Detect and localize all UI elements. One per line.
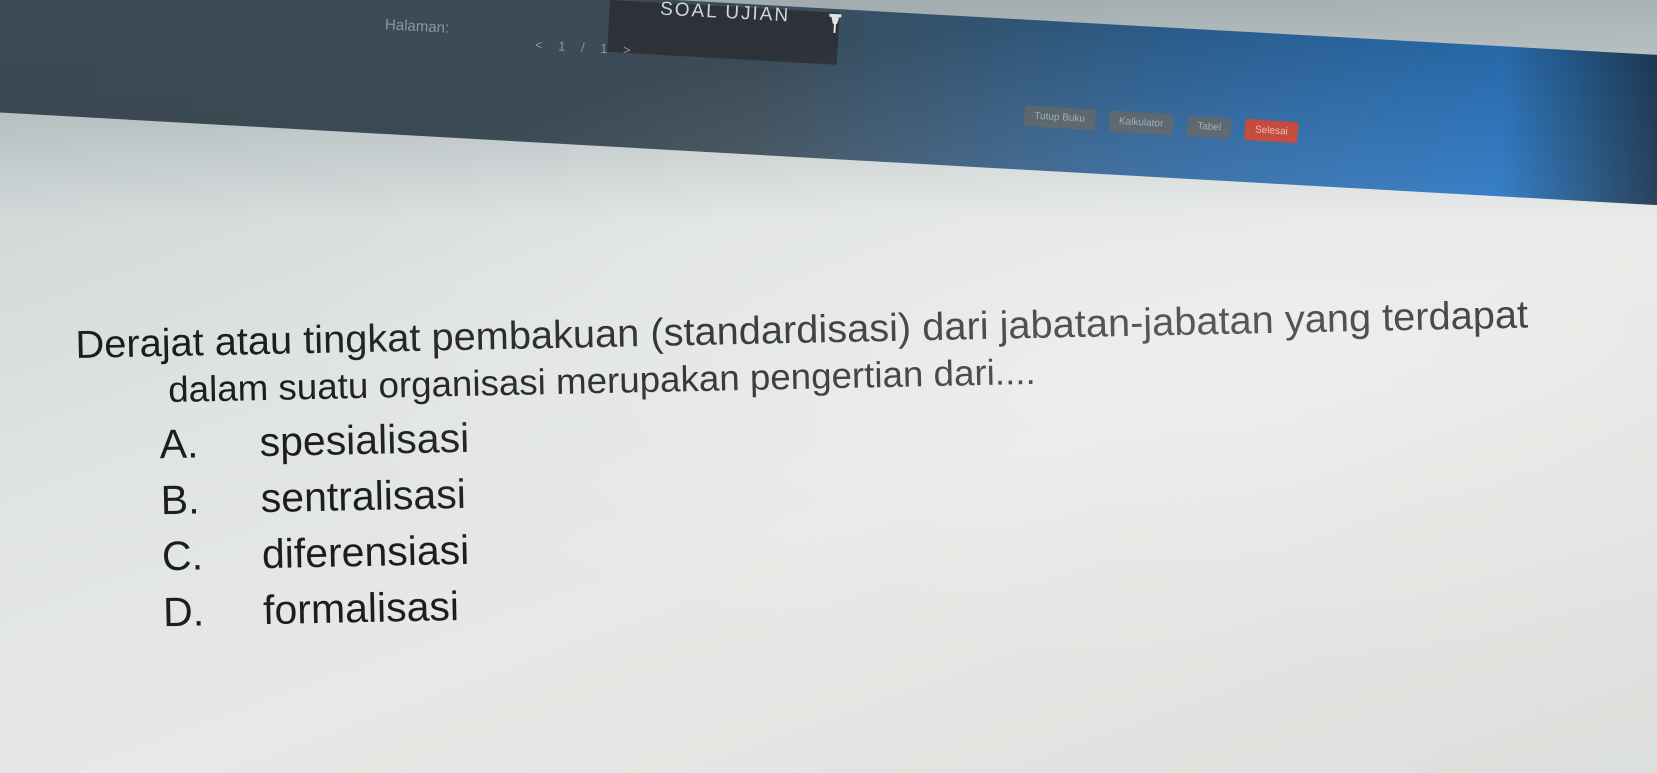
calculator-button[interactable]: Kalkulator xyxy=(1108,110,1174,136)
pin-icon[interactable] xyxy=(825,12,844,35)
option-text: spesialisasi xyxy=(259,414,470,466)
option-text: formalisasi xyxy=(262,583,460,634)
answer-options: A. spesialisasi B. sentralisasi C. difer… xyxy=(159,384,1657,640)
close-book-button[interactable]: Tutup Buku xyxy=(1023,105,1096,131)
finish-button[interactable]: Selesai xyxy=(1244,118,1299,144)
option-letter: A. xyxy=(159,420,199,468)
table-button[interactable]: Tabel xyxy=(1186,115,1232,139)
question-block: Derajat atau tingkat pembakuan (standard… xyxy=(75,288,1657,641)
page-label: Halaman: xyxy=(384,16,450,37)
option-letter: B. xyxy=(160,476,200,524)
option-text: diferensiasi xyxy=(261,526,470,578)
option-letter: C. xyxy=(161,532,204,580)
option-letter: D. xyxy=(162,588,205,636)
option-text: sentralisasi xyxy=(260,470,467,522)
